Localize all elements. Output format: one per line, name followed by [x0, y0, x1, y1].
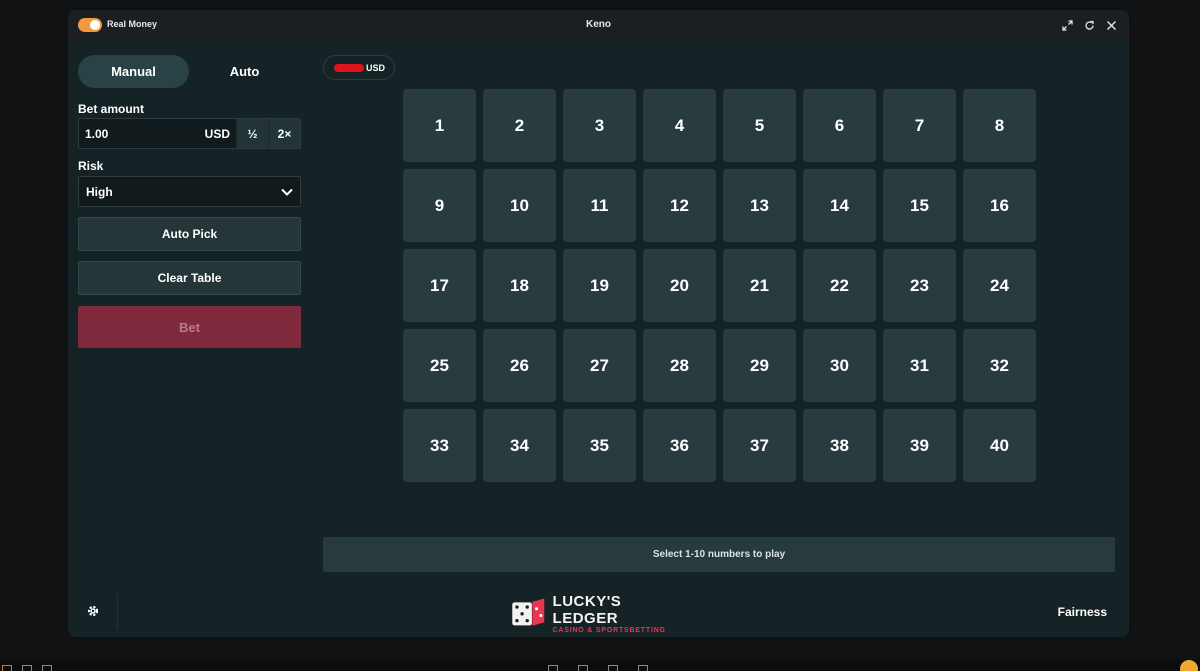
balance-pill: USD	[323, 55, 395, 80]
keno-number-tile[interactable]: 1	[403, 89, 476, 162]
taskbar-settings-icon[interactable]	[638, 665, 648, 671]
keno-number-tile[interactable]: 39	[883, 409, 956, 482]
logo-name: LUCKY'S LEDGER	[552, 592, 622, 627]
logo-subtitle: CASINO & SPORTSBETTING	[552, 626, 666, 634]
bet-button[interactable]: Bet	[78, 306, 301, 348]
tab-auto[interactable]: Auto	[189, 55, 300, 88]
fairness-link[interactable]: Fairness	[1058, 605, 1107, 619]
keno-number-tile[interactable]: 35	[563, 409, 636, 482]
status-bar: Select 1-10 numbers to play	[323, 537, 1115, 572]
keno-number-tile[interactable]: 16	[963, 169, 1036, 242]
keno-number-tile[interactable]: 37	[723, 409, 796, 482]
keno-number-tile[interactable]: 40	[963, 409, 1036, 482]
keno-number-tile[interactable]: 32	[963, 329, 1036, 402]
casino-logo: LUCKY'S LEDGER CASINO & SPORTSBETTING	[511, 592, 671, 634]
keno-number-tile[interactable]: 10	[483, 169, 556, 242]
keno-number-tile[interactable]: 28	[643, 329, 716, 402]
title-bar: Real Money Keno	[68, 10, 1129, 42]
game-title: Keno	[586, 19, 611, 30]
keno-number-tile[interactable]: 26	[483, 329, 556, 402]
keno-number-tile[interactable]: 9	[403, 169, 476, 242]
keno-number-grid: 1 2 3 4 5 6 7 8 9 10 11 12 13 14 15 16 17 18 19 20 21 22 23 24 2…	[403, 89, 1036, 482]
double-bet-button[interactable]: 2×	[268, 119, 300, 148]
keno-number-tile[interactable]: 29	[723, 329, 796, 402]
bet-currency: USD	[204, 126, 230, 141]
keno-number-tile[interactable]: 18	[483, 249, 556, 322]
keno-number-tile[interactable]: 20	[643, 249, 716, 322]
taskbar-app-icon-3[interactable]	[608, 665, 618, 671]
keno-window: Real Money Keno Manual Auto Bet amount 1…	[68, 10, 1129, 637]
keno-number-tile[interactable]: 13	[723, 169, 796, 242]
taskbar	[0, 660, 1200, 671]
keno-number-tile[interactable]: 15	[883, 169, 956, 242]
close-icon[interactable]	[1105, 17, 1117, 33]
keno-number-tile[interactable]: 4	[643, 89, 716, 162]
keno-number-tile[interactable]: 2	[483, 89, 556, 162]
mode-tabs: Manual Auto	[78, 55, 300, 88]
keno-number-tile[interactable]: 7	[883, 89, 956, 162]
keno-number-tile[interactable]: 36	[643, 409, 716, 482]
taskbar-app-icon-1[interactable]	[548, 665, 558, 671]
balance-currency: USD	[366, 62, 386, 73]
chevron-down-icon	[281, 185, 293, 199]
expand-icon[interactable]	[1061, 17, 1073, 33]
keno-number-tile[interactable]: 3	[563, 89, 636, 162]
keno-number-tile[interactable]: 38	[803, 409, 876, 482]
keno-number-tile[interactable]: 6	[803, 89, 876, 162]
auto-pick-button[interactable]: Auto Pick	[78, 217, 301, 251]
gear-icon[interactable]	[86, 604, 100, 618]
keno-number-tile[interactable]: 34	[483, 409, 556, 482]
keno-number-tile[interactable]: 11	[563, 169, 636, 242]
keno-number-tile[interactable]: 8	[963, 89, 1036, 162]
taskbar-app-icon-2[interactable]	[578, 665, 588, 671]
keno-number-tile[interactable]: 22	[803, 249, 876, 322]
keno-number-tile[interactable]: 12	[643, 169, 716, 242]
half-bet-button[interactable]: ½	[236, 119, 268, 148]
keno-number-tile[interactable]: 19	[563, 249, 636, 322]
keno-number-tile[interactable]: 23	[883, 249, 956, 322]
taskbar-window-icon[interactable]	[2, 665, 12, 671]
risk-selected-value: High	[86, 184, 113, 199]
redacted-balance	[334, 63, 364, 72]
risk-select[interactable]: High	[78, 176, 301, 207]
risk-label: Risk	[78, 159, 104, 173]
footer-divider	[117, 594, 118, 629]
refresh-icon[interactable]	[1083, 17, 1095, 33]
clear-table-button[interactable]: Clear Table	[78, 261, 301, 295]
taskbar-split-icon[interactable]	[22, 665, 32, 671]
bet-amount-field: 1.00 USD ½ 2×	[78, 118, 301, 149]
status-message: Select 1-10 numbers to play	[652, 549, 786, 560]
bet-amount-label: Bet amount	[78, 102, 144, 116]
keno-number-tile[interactable]: 17	[403, 249, 476, 322]
keno-number-tile[interactable]: 27	[563, 329, 636, 402]
keno-number-tile[interactable]: 14	[803, 169, 876, 242]
keno-number-tile[interactable]: 21	[723, 249, 796, 322]
bet-amount-input[interactable]: 1.00	[79, 119, 205, 148]
avatar[interactable]	[1180, 660, 1198, 671]
tab-manual[interactable]: Manual	[78, 55, 189, 88]
keno-number-tile[interactable]: 33	[403, 409, 476, 482]
taskbar-grid-icon[interactable]	[42, 665, 52, 671]
keno-number-tile[interactable]: 5	[723, 89, 796, 162]
keno-number-tile[interactable]: 30	[803, 329, 876, 402]
keno-number-tile[interactable]: 31	[883, 329, 956, 402]
dice-logo-icon	[511, 598, 545, 627]
keno-number-tile[interactable]: 24	[963, 249, 1036, 322]
keno-number-tile[interactable]: 25	[403, 329, 476, 402]
